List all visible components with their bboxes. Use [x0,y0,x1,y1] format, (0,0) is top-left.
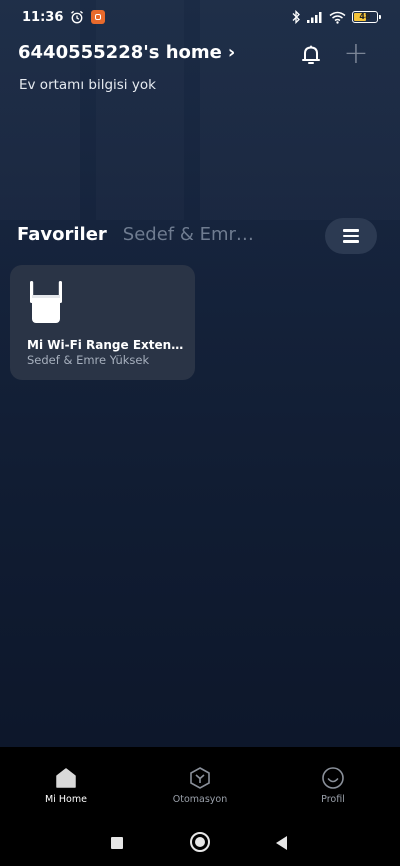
nav-label: Mi Home [45,794,87,805]
bell-icon [302,45,320,64]
battery-level: 48 [359,12,371,21]
system-navigation-bar [0,814,400,866]
nav-label: Otomasyon [172,794,228,805]
profile-icon [322,767,344,789]
alarm-icon [70,10,84,24]
home-icon [56,768,76,788]
device-card[interactable]: Mi Wi-Fi Range Exten… Sedef & Emre Yükse… [10,265,195,380]
status-bar: 11:36 48 [0,0,400,34]
device-name: Mi Wi-Fi Range Exten… [27,338,184,352]
battery-icon: 48 [352,11,381,23]
notifications-button[interactable] [298,42,324,68]
hamburger-icon-line [343,240,359,243]
nav-automation[interactable]: Otomasyon [150,747,250,814]
back-icon[interactable] [276,836,287,850]
app-notification-icon [91,10,106,24]
home-environment-info: Ev ortamı bilgisi yok [19,77,156,93]
recents-icon[interactable] [111,837,123,849]
tab-favorites[interactable]: Favoriler [17,224,107,245]
nav-mi-home[interactable]: Mi Home [16,747,116,814]
nav-profile[interactable]: Profil [283,747,383,814]
chevron-right-icon: › [227,42,236,63]
plus-icon: + [343,36,369,71]
range-extender-icon [28,279,64,323]
hamburger-icon-line [343,234,359,238]
signal-icon [307,11,323,23]
home-title: 6440555228's home [18,42,222,63]
status-time: 11:36 [22,9,64,25]
bluetooth-icon [291,10,301,24]
system-home-icon[interactable] [190,832,210,852]
nav-label: Profil [321,794,345,805]
home-selector[interactable]: 6440555228's home › [18,42,235,63]
room-menu-button[interactable] [325,218,377,254]
device-room: Sedef & Emre Yüksek [27,353,150,367]
add-device-button[interactable]: + [343,39,369,69]
tab-room[interactable]: Sedef & Emr… [123,224,254,245]
hamburger-icon-line [343,229,359,232]
room-tabs: Favoriler Sedef & Emr… [17,224,254,245]
automation-icon [190,767,210,789]
bottom-navigation: Mi Home Otomasyon Profil [0,747,400,814]
wifi-icon [329,11,346,24]
